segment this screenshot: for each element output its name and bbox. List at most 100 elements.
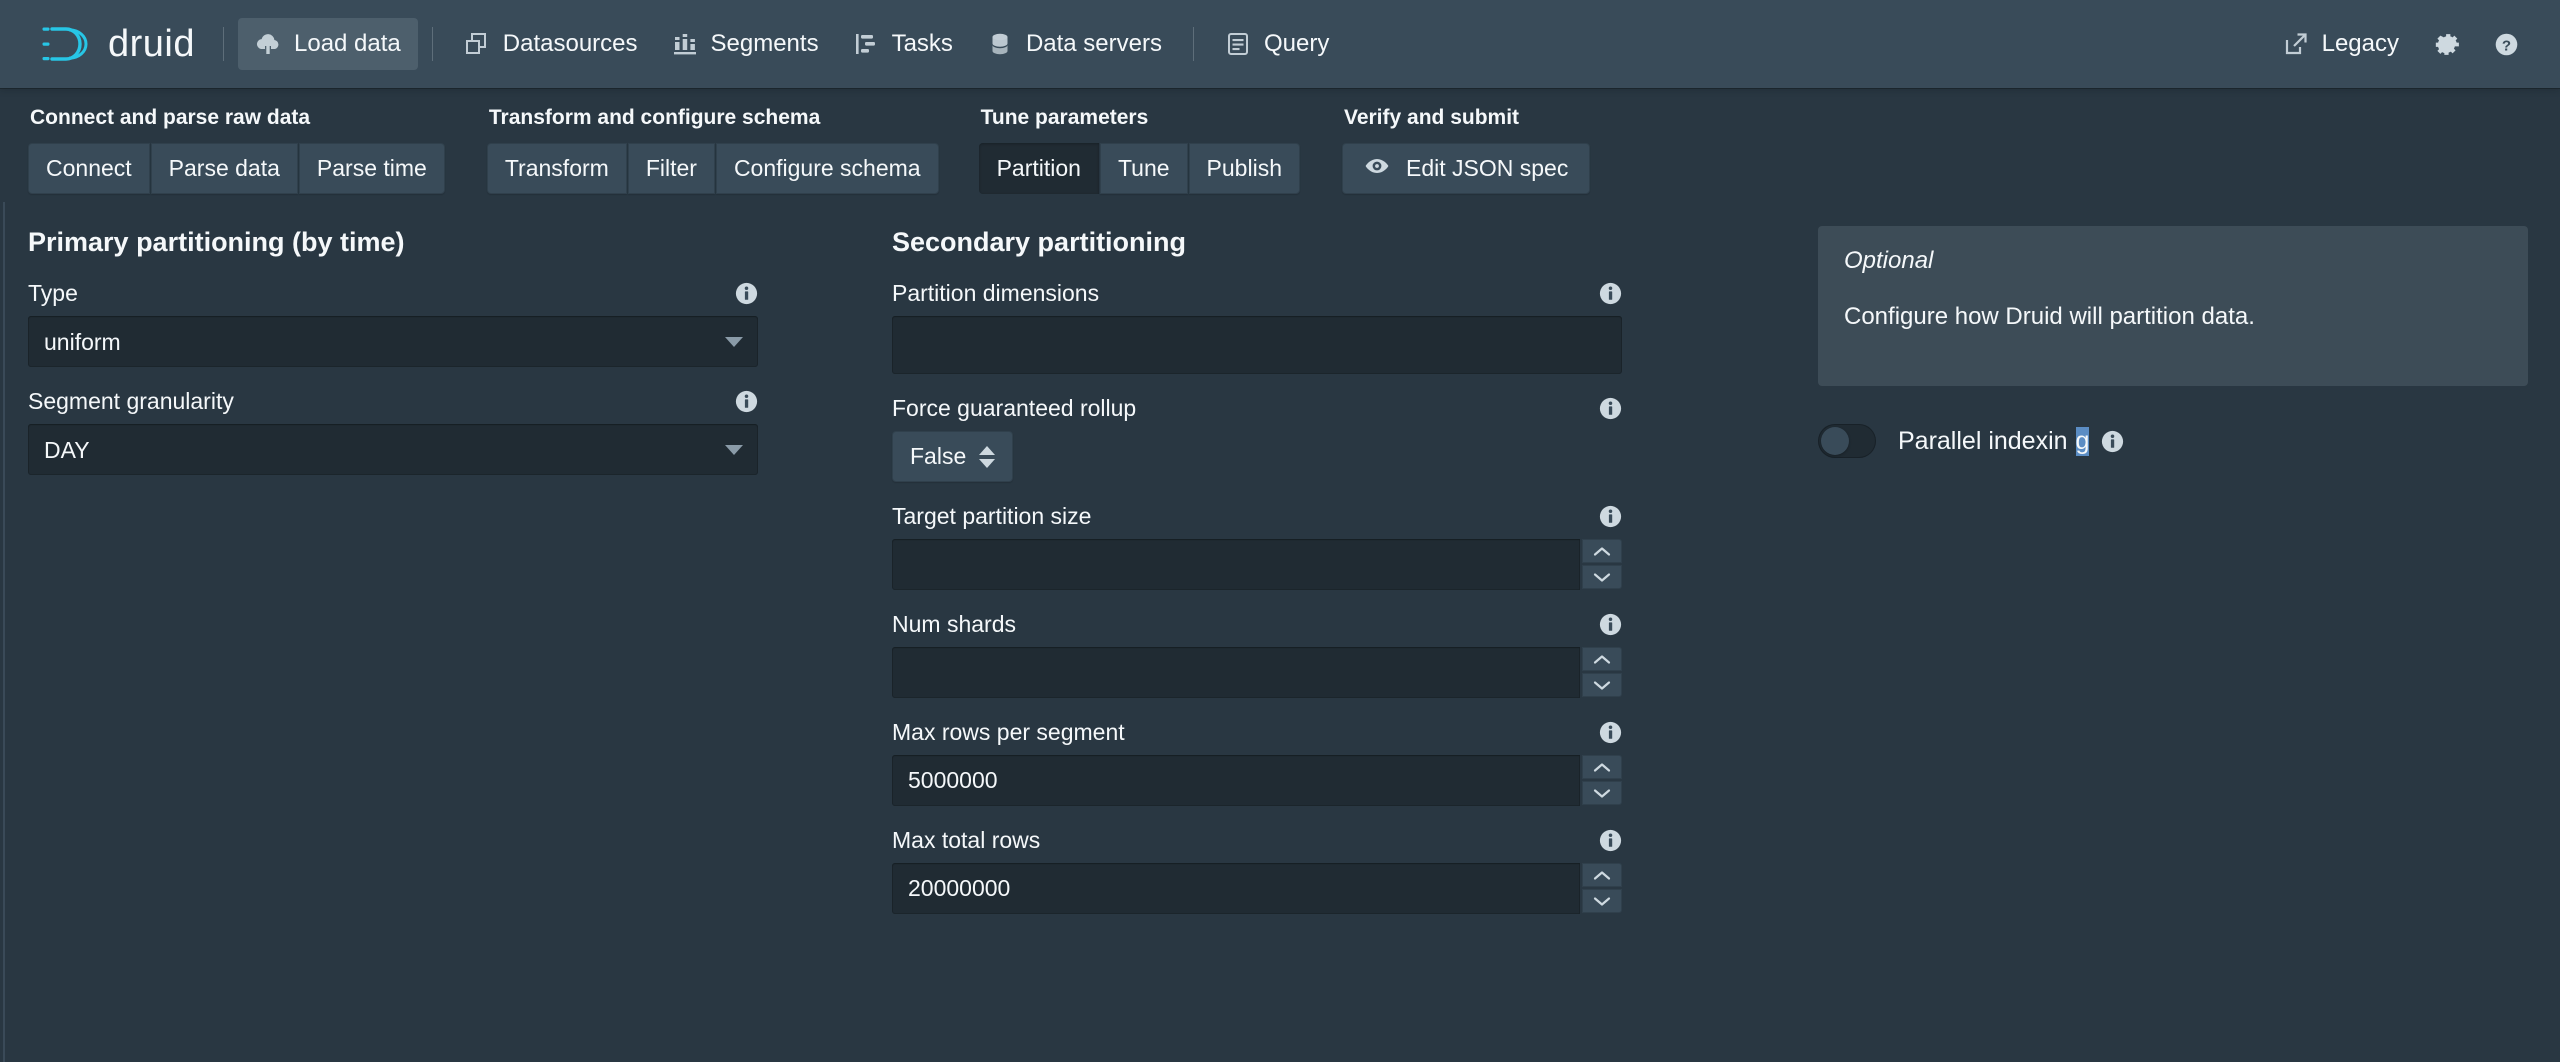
nav-item-label: Query bbox=[1263, 30, 1330, 57]
field-header: Num shards bbox=[892, 610, 1622, 638]
edit-json-spec-button[interactable]: Edit JSON spec bbox=[1341, 143, 1591, 194]
parallel-indexing-label-selection: g bbox=[2075, 426, 2090, 456]
segment-granularity-select[interactable]: DAY bbox=[28, 424, 758, 476]
num-shards-input[interactable] bbox=[892, 647, 1580, 699]
info-sign-icon[interactable] bbox=[1599, 505, 1622, 528]
field-max-total-rows: Max total rows bbox=[892, 826, 1622, 915]
druid-logo-icon bbox=[40, 21, 94, 67]
field-header: Force guaranteed rollup bbox=[892, 394, 1622, 422]
increment-button[interactable] bbox=[1582, 755, 1622, 780]
field-header: Type bbox=[28, 279, 758, 307]
gear-icon bbox=[2435, 31, 2462, 58]
step-button-group: Transform Filter Configure schema bbox=[486, 143, 939, 194]
primary-partitioning-column: Primary partitioning (by time) Type unif… bbox=[0, 226, 880, 934]
field-label-num-shards: Num shards bbox=[892, 610, 1016, 637]
step-button-transform[interactable]: Transform bbox=[486, 143, 627, 194]
info-sign-icon[interactable] bbox=[2101, 430, 2124, 453]
decrement-button[interactable] bbox=[1582, 565, 1622, 590]
nav-item-query[interactable]: Query bbox=[1208, 18, 1346, 70]
help-circle-icon: ? bbox=[2493, 31, 2520, 58]
share-external-icon bbox=[2283, 31, 2309, 57]
primary-partitioning-title: Primary partitioning (by time) bbox=[28, 227, 405, 257]
gantt-chart-icon bbox=[853, 31, 879, 57]
nav-item-data-servers[interactable]: Data servers bbox=[970, 18, 1179, 70]
parallel-indexing-label: Parallel indexin bbox=[1898, 426, 2068, 455]
field-label-segment-granularity: Segment granularity bbox=[28, 387, 234, 414]
step-button-parse-time[interactable]: Parse time bbox=[298, 143, 445, 194]
nav-item-label: Tasks bbox=[891, 30, 953, 57]
step-button-filter[interactable]: Filter bbox=[627, 143, 715, 194]
max-total-rows-stepper bbox=[1582, 863, 1622, 914]
nav-item-label: Segments bbox=[710, 30, 819, 57]
increment-button[interactable] bbox=[1582, 539, 1622, 564]
navbar-divider-1 bbox=[223, 27, 224, 61]
brand-title: druid bbox=[108, 23, 195, 65]
parallel-indexing-switch-row[interactable]: Parallel indexin g bbox=[1818, 424, 2124, 458]
increment-button[interactable] bbox=[1582, 863, 1622, 888]
field-label-max-rows-per-segment: Max rows per segment bbox=[892, 718, 1125, 745]
nav-item-segments[interactable]: Segments bbox=[655, 18, 836, 70]
edit-json-spec-label: Edit JSON spec bbox=[1405, 155, 1569, 181]
multi-select-icon bbox=[464, 31, 490, 57]
field-label-type: Type bbox=[28, 279, 78, 306]
optional-callout: Optional Configure how Druid will partit… bbox=[1818, 226, 2528, 386]
partition-step-content: Primary partitioning (by time) Type unif… bbox=[0, 201, 2560, 1062]
type-select-wrapper: uniform bbox=[28, 316, 758, 368]
navbar-right-group: Legacy ? bbox=[2266, 18, 2532, 70]
partition-dimensions-tag-input[interactable] bbox=[892, 316, 1622, 375]
step-group-tune-parameters: Tune parameters Partition Tune Publish bbox=[978, 106, 1300, 194]
info-sign-icon[interactable] bbox=[1599, 397, 1622, 420]
decrement-button[interactable] bbox=[1582, 781, 1622, 806]
help-button[interactable]: ? bbox=[2480, 18, 2532, 70]
max-total-rows-input[interactable] bbox=[892, 863, 1580, 915]
step-group-title: Transform and configure schema bbox=[488, 106, 821, 129]
navbar-left-group: druid Load data Datasources Segments Tas… bbox=[28, 18, 2266, 70]
eye-open-icon bbox=[1364, 153, 1390, 185]
step-group-title: Connect and parse raw data bbox=[30, 106, 311, 129]
field-label-max-total-rows: Max total rows bbox=[892, 826, 1041, 853]
target-partition-size-input[interactable] bbox=[892, 539, 1580, 591]
nav-item-load-data[interactable]: Load data bbox=[238, 18, 418, 70]
target-partition-size-stepper bbox=[1582, 539, 1622, 590]
nav-item-legacy[interactable]: Legacy bbox=[2266, 18, 2416, 70]
force-guaranteed-rollup-select[interactable]: False bbox=[892, 431, 1014, 483]
increment-button[interactable] bbox=[1582, 647, 1622, 672]
nav-item-datasources[interactable]: Datasources bbox=[447, 18, 655, 70]
nav-item-label: Data servers bbox=[1025, 30, 1162, 57]
max-rows-per-segment-stepper bbox=[1582, 755, 1622, 806]
step-button-publish[interactable]: Publish bbox=[1188, 143, 1300, 194]
info-sign-icon[interactable] bbox=[735, 282, 758, 305]
type-select[interactable]: uniform bbox=[28, 316, 758, 368]
parallel-indexing-toggle[interactable] bbox=[1818, 424, 1876, 458]
field-header: Partition dimensions bbox=[892, 279, 1622, 307]
brand-home-link[interactable]: druid bbox=[28, 21, 209, 67]
info-sign-icon[interactable] bbox=[735, 390, 758, 413]
field-max-rows-per-segment: Max rows per segment bbox=[892, 718, 1622, 807]
decrement-button[interactable] bbox=[1582, 673, 1622, 698]
step-group-title: Verify and submit bbox=[1343, 106, 1520, 129]
step-button-partition[interactable]: Partition bbox=[978, 143, 1099, 194]
callout-title: Optional bbox=[1844, 247, 1934, 274]
step-button-tune[interactable]: Tune bbox=[1099, 143, 1188, 194]
step-button-parse-data[interactable]: Parse data bbox=[150, 143, 298, 194]
info-sign-icon[interactable] bbox=[1599, 613, 1622, 636]
navbar-divider-3 bbox=[1192, 27, 1194, 61]
info-sign-icon[interactable] bbox=[1599, 721, 1622, 744]
info-sign-icon[interactable] bbox=[1599, 282, 1622, 305]
field-segment-granularity: Segment granularity DAY bbox=[28, 387, 758, 476]
num-shards-stepper bbox=[1582, 647, 1622, 698]
application-icon bbox=[1225, 31, 1251, 57]
info-sign-icon[interactable] bbox=[1599, 829, 1622, 852]
step-button-configure-schema[interactable]: Configure schema bbox=[715, 143, 939, 194]
settings-button[interactable] bbox=[2422, 18, 2474, 70]
nav-item-label: Legacy bbox=[2321, 30, 2399, 57]
nav-item-tasks[interactable]: Tasks bbox=[836, 18, 970, 70]
field-header: Target partition size bbox=[892, 502, 1622, 530]
force-guaranteed-rollup-value: False bbox=[910, 443, 967, 470]
max-rows-per-segment-input[interactable] bbox=[892, 755, 1580, 807]
decrement-button[interactable] bbox=[1582, 889, 1622, 914]
navbar-divider-2 bbox=[431, 27, 433, 61]
step-button-connect[interactable]: Connect bbox=[28, 143, 150, 194]
num-shards-numeric-input bbox=[892, 647, 1622, 699]
double-caret-vertical-icon bbox=[979, 445, 996, 468]
